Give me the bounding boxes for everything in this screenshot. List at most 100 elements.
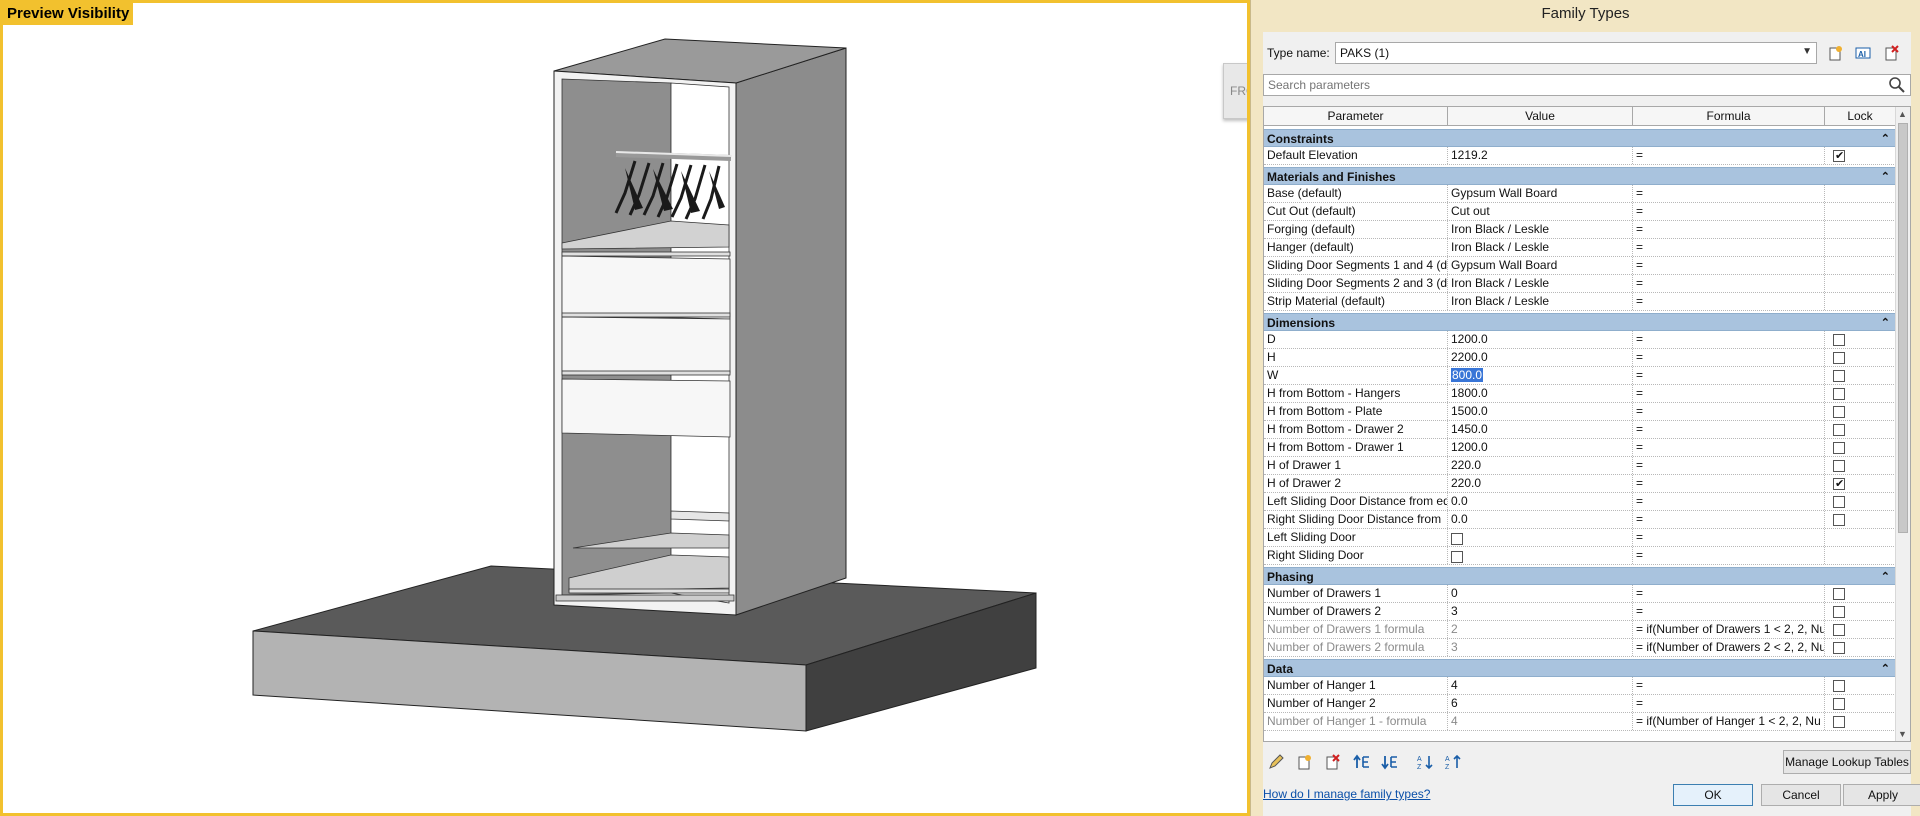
delete-type-button[interactable] — [1879, 42, 1903, 64]
lock-checkbox[interactable] — [1833, 388, 1845, 400]
lock-checkbox[interactable] — [1833, 624, 1845, 636]
manage-lookup-tables-button[interactable]: Manage Lookup Tables — [1783, 750, 1911, 774]
scrollbar-thumb[interactable] — [1898, 123, 1908, 533]
search-icon[interactable] — [1888, 76, 1906, 94]
column-header-value[interactable]: Value — [1448, 107, 1633, 125]
param-formula[interactable]: = — [1633, 367, 1825, 384]
param-value[interactable]: 1200.0 — [1448, 439, 1633, 456]
param-value-cell[interactable]: 800.0 — [1448, 367, 1633, 384]
sort-ascending-button[interactable]: AZ — [1415, 752, 1437, 772]
table-row[interactable]: H of Drawer 1 220.0 = — [1264, 457, 1896, 475]
param-value[interactable]: 1800.0 — [1448, 385, 1633, 402]
collapse-icon[interactable]: ⌃ — [1881, 168, 1890, 186]
table-row[interactable]: H from Bottom - Hangers 1800.0 = — [1264, 385, 1896, 403]
new-type-button[interactable] — [1823, 42, 1847, 64]
table-row[interactable]: Number of Drawers 1 0 = — [1264, 585, 1896, 603]
param-value[interactable]: 1219.2 — [1448, 147, 1633, 164]
collapse-icon[interactable]: ⌃ — [1881, 130, 1890, 148]
lock-checkbox[interactable] — [1833, 476, 1845, 492]
scroll-down-icon[interactable]: ▼ — [1898, 729, 1907, 739]
table-row[interactable]: Left Sliding Door = — [1264, 529, 1896, 547]
column-header-formula[interactable]: Formula — [1633, 107, 1825, 125]
sort-descending-button[interactable]: AZ — [1443, 752, 1465, 772]
param-formula[interactable]: = — [1633, 603, 1825, 620]
param-value[interactable]: Iron Black / Leskle — [1448, 239, 1633, 256]
param-formula[interactable]: = — [1633, 475, 1825, 492]
table-row[interactable]: H of Drawer 2 220.0 = — [1264, 475, 1896, 493]
lock-checkbox[interactable] — [1833, 424, 1845, 436]
table-row[interactable]: Number of Hanger 1 4 = — [1264, 677, 1896, 695]
table-row[interactable]: H from Bottom - Plate 1500.0 = — [1264, 403, 1896, 421]
param-formula[interactable]: = — [1633, 511, 1825, 528]
param-formula[interactable]: = — [1633, 147, 1825, 164]
group-dimensions[interactable]: Dimensions ⌃ — [1264, 313, 1896, 331]
lock-checkbox[interactable] — [1833, 352, 1845, 364]
lock-checkbox[interactable] — [1833, 460, 1845, 472]
param-formula[interactable]: = — [1633, 203, 1825, 220]
lock-checkbox[interactable] — [1833, 406, 1845, 418]
right-sliding-door-checkbox[interactable] — [1451, 550, 1463, 563]
lock-checkbox[interactable] — [1833, 442, 1845, 454]
param-formula[interactable]: = if(Number of Drawers 1 < 2, 2, Nu — [1633, 621, 1825, 638]
rename-type-button[interactable]: AI — [1851, 42, 1875, 64]
help-link[interactable]: How do I manage family types? — [1263, 787, 1430, 801]
table-row[interactable]: D 1200.0 = — [1264, 331, 1896, 349]
param-value[interactable]: 1500.0 — [1448, 403, 1633, 420]
param-formula[interactable]: = — [1633, 403, 1825, 420]
scroll-up-icon[interactable]: ▲ — [1898, 109, 1907, 119]
param-formula[interactable]: = — [1633, 439, 1825, 456]
param-formula[interactable]: = — [1633, 529, 1825, 546]
table-row[interactable]: Hanger (default) Iron Black / Leskle = — [1264, 239, 1896, 257]
param-formula[interactable]: = — [1633, 257, 1825, 274]
edit-parameter-button[interactable] — [1265, 752, 1287, 772]
vertical-scrollbar[interactable]: ▲ ▼ — [1895, 107, 1910, 741]
view-cube[interactable]: FRO — [1223, 63, 1247, 119]
search-parameters-input[interactable] — [1264, 75, 1864, 95]
param-value[interactable]: Iron Black / Leskle — [1448, 275, 1633, 292]
preview-visibility-label[interactable]: Preview Visibility — [3, 3, 134, 25]
param-value[interactable]: Iron Black / Leskle — [1448, 293, 1633, 310]
table-row[interactable]: Right Sliding Door Distance from 0.0 = — [1264, 511, 1896, 529]
param-formula[interactable]: = if(Number of Hanger 1 < 2, 2, Nu — [1633, 713, 1825, 730]
column-header-lock[interactable]: Lock — [1825, 107, 1896, 125]
table-row[interactable]: W 800.0 = — [1264, 367, 1896, 385]
table-row[interactable]: Number of Drawers 2 formula 3 = if(Number … — [1264, 639, 1896, 657]
param-value-selected[interactable]: 800.0 — [1451, 368, 1484, 382]
param-value[interactable]: Gypsum Wall Board — [1448, 257, 1633, 274]
param-formula[interactable]: = — [1633, 677, 1825, 694]
left-sliding-door-checkbox[interactable] — [1451, 532, 1463, 545]
param-formula[interactable]: = — [1633, 547, 1825, 564]
new-parameter-button[interactable] — [1293, 752, 1315, 772]
lock-checkbox[interactable] — [1833, 606, 1845, 618]
param-formula[interactable]: = — [1633, 275, 1825, 292]
lock-checkbox[interactable] — [1833, 642, 1845, 654]
param-formula[interactable]: = — [1633, 457, 1825, 474]
param-value[interactable]: 1200.0 — [1448, 331, 1633, 348]
table-row[interactable]: Strip Material (default) Iron Black / Les… — [1264, 293, 1896, 311]
param-value[interactable]: Gypsum Wall Board — [1448, 185, 1633, 202]
param-value[interactable]: Cut out — [1448, 203, 1633, 220]
collapse-icon[interactable]: ⌃ — [1881, 568, 1890, 586]
column-header-parameter[interactable]: Parameter — [1264, 107, 1448, 125]
table-row[interactable]: Base (default) Gypsum Wall Board = — [1264, 185, 1896, 203]
group-data[interactable]: Data ⌃ — [1264, 659, 1896, 677]
param-value[interactable]: Iron Black / Leskle — [1448, 221, 1633, 238]
table-row[interactable]: Number of Hanger 2 6 = — [1264, 695, 1896, 713]
param-value[interactable]: 220.0 — [1448, 457, 1633, 474]
param-formula[interactable]: = — [1633, 331, 1825, 348]
lock-checkbox[interactable] — [1833, 514, 1845, 526]
param-formula[interactable]: = — [1633, 493, 1825, 510]
apply-button[interactable]: Apply — [1843, 784, 1920, 806]
delete-parameter-button[interactable] — [1321, 752, 1343, 772]
table-row[interactable]: Left Sliding Door Distance from ed 0.0 = — [1264, 493, 1896, 511]
table-row[interactable]: Default Elevation 1219.2 = — [1264, 147, 1896, 165]
move-down-button[interactable] — [1379, 752, 1401, 772]
param-formula[interactable]: = — [1633, 293, 1825, 310]
table-row[interactable]: Sliding Door Segments 2 and 3 (de Iron Bl… — [1264, 275, 1896, 293]
param-value[interactable]: 4 — [1448, 677, 1633, 694]
param-formula[interactable]: = — [1633, 239, 1825, 256]
table-row[interactable]: Forging (default) Iron Black / Leskle = — [1264, 221, 1896, 239]
move-up-button[interactable] — [1351, 752, 1373, 772]
param-formula[interactable]: = — [1633, 421, 1825, 438]
lock-checkbox[interactable] — [1833, 334, 1845, 346]
